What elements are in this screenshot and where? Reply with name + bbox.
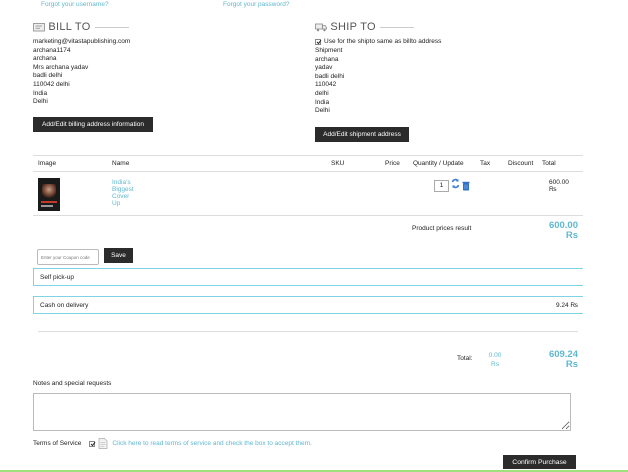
terms-row: Terms of Service Click here to read term… [33, 438, 312, 449]
product-prices-result-label: Product prices result [412, 225, 472, 232]
truck-icon [315, 23, 327, 32]
col-image: Image [38, 160, 57, 167]
col-total: Total [542, 160, 556, 167]
ship-to-title: SHIP TO [330, 21, 376, 33]
bill-to-title: BILL TO [48, 21, 91, 33]
billing-address: marketing@vitastapublishing.com archana1… [33, 38, 130, 107]
shipping-method-label: Self pick-up [40, 274, 74, 281]
col-discount: Discount [508, 160, 534, 167]
address-card-icon [33, 23, 45, 32]
col-tax: Tax [480, 160, 491, 167]
row-divider [33, 215, 583, 216]
forgot-password-link[interactable]: Forgot your password? [223, 1, 289, 8]
product-thumbnail[interactable] [38, 178, 60, 211]
same-as-billto-label: Use for the shipto same as billto addres… [324, 38, 442, 45]
coupon-code-input[interactable] [37, 249, 99, 265]
ship-to-heading: SHIP TO [315, 21, 414, 33]
total-label: Total: [457, 355, 473, 362]
terms-link[interactable]: Click here to read terms of service and … [112, 440, 311, 447]
shipping-country: India [315, 98, 330, 106]
table-header-divider [33, 171, 583, 172]
product-prices-total: 600.00 Rs [520, 221, 578, 241]
same-as-billto-row: Use for the shipto same as billto addres… [315, 38, 441, 45]
totals-divider [38, 331, 578, 332]
confirm-purchase-button[interactable]: Confirm Purchase [503, 455, 576, 469]
billing-country: India [33, 89, 48, 97]
grand-total-currency: Rs [565, 359, 578, 370]
billing-first-name: archana [33, 55, 57, 63]
payment-method-price: 9.24 ₨ [555, 302, 578, 309]
shipping-method-row[interactable]: Self pick-up [33, 268, 583, 286]
billing-email: marketing@vitastapublishing.com [33, 38, 131, 45]
coupon-save-button[interactable]: Save [104, 248, 133, 263]
quantity-input[interactable]: 1 [434, 180, 449, 192]
same-as-billto-checkbox[interactable] [315, 38, 321, 45]
terms-label: Terms of Service [33, 440, 82, 447]
payment-method-row[interactable]: Cash on delivery 9.24 ₨ [33, 296, 583, 314]
col-sku: SKU [331, 160, 345, 167]
shipping-state: Delhi [315, 107, 330, 115]
check-icon [90, 441, 96, 447]
check-icon [316, 39, 321, 45]
edit-billing-address-button[interactable]: Add/Edit billing address information [33, 117, 153, 132]
notes-label: Notes and special requests [33, 380, 112, 387]
shipping-address: Shipment archana yadav badli delhi 11004… [315, 47, 344, 116]
billing-street: badli delhi [33, 72, 63, 80]
shipping-city: delhi [315, 89, 329, 97]
shipping-street: badli delhi [315, 72, 345, 80]
product-name-link[interactable]: India's Biggest Cover Up [112, 179, 134, 207]
total-tax: 0.00 Rs [484, 351, 506, 369]
product-prices-total-currency: Rs [565, 230, 578, 241]
terms-checkbox[interactable] [89, 440, 96, 447]
table-top-divider [33, 155, 583, 156]
col-name: Name [112, 160, 130, 167]
col-price: Price [385, 160, 400, 167]
bill-to-heading: BILL TO [33, 21, 129, 33]
delete-item-icon[interactable] [462, 181, 470, 191]
col-quantity: Quantity / Update [413, 160, 464, 167]
row-total: 600.00 ₨ [549, 179, 569, 193]
billing-full-name: Mrs archana yadav [33, 63, 89, 71]
billing-username: archana1174 [33, 46, 71, 54]
shipping-last-name: yadav [315, 64, 333, 72]
forgot-username-link[interactable]: Forgot your username? [41, 1, 109, 8]
payment-method-label: Cash on delivery [40, 302, 89, 309]
edit-shipment-address-button[interactable]: Add/Edit shipment address [315, 127, 409, 142]
shipping-zip: 110042 [315, 81, 337, 89]
total-tax-amount: 0.00 [488, 352, 502, 359]
billing-zip-city: 110042 delhi [33, 80, 70, 88]
shipping-label: Shipment [315, 47, 343, 54]
notes-textarea[interactable] [33, 393, 571, 431]
update-quantity-icon[interactable] [451, 178, 460, 189]
total-tax-currency: Rs [491, 361, 499, 368]
grand-total: 609.24 Rs [520, 350, 578, 370]
billing-state: Delhi [33, 98, 48, 106]
document-icon [99, 438, 108, 449]
shipping-first-name: archana [315, 55, 339, 63]
